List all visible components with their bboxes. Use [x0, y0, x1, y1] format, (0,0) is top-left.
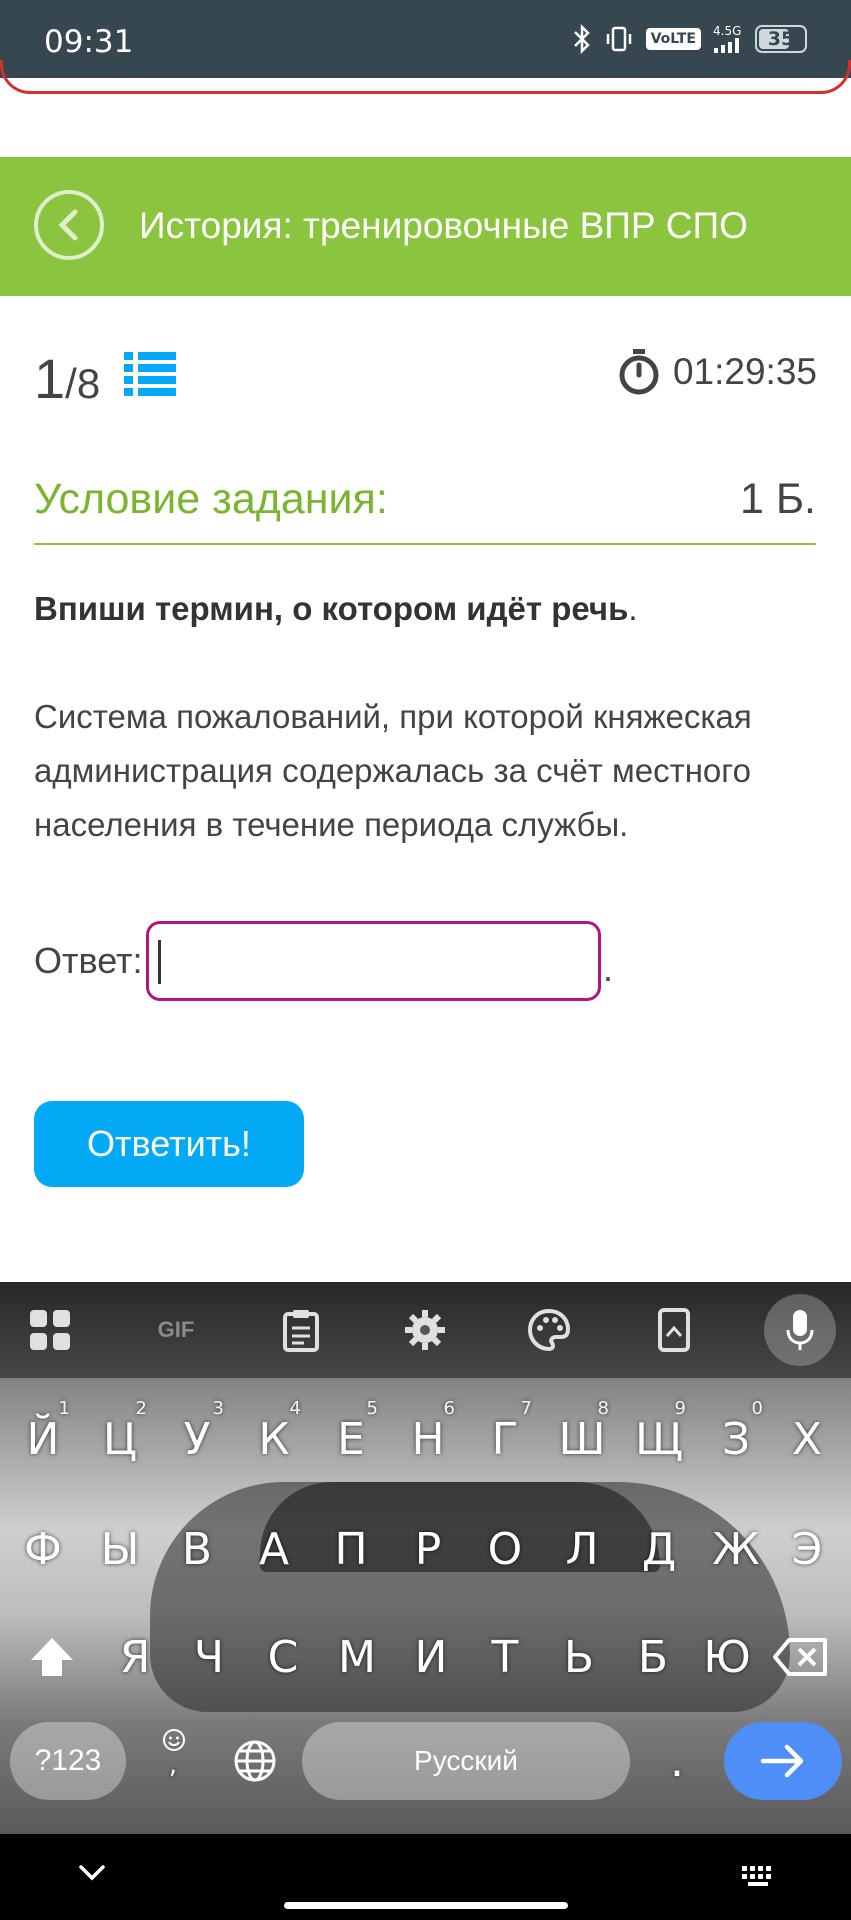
network-indicator: 4.5G [713, 25, 743, 53]
battery-level: 35 [767, 28, 795, 50]
symbols-key[interactable]: ?123 [10, 1722, 126, 1800]
key-m[interactable]: М [320, 1612, 394, 1702]
system-nav-bar [0, 1834, 851, 1920]
key-l[interactable]: Л [545, 1504, 619, 1594]
screenshot-icon[interactable] [650, 1306, 698, 1354]
key-11[interactable]: Х [770, 1394, 844, 1484]
key-soft-sign[interactable]: Ь [542, 1612, 616, 1702]
key-r[interactable]: Р [391, 1504, 465, 1594]
keyboard-row-3: Я Ч С М И Т Ь Б Ю [0, 1612, 851, 1702]
key-4[interactable]: К4 [237, 1394, 311, 1484]
home-handle[interactable] [284, 1902, 568, 1909]
settings-icon[interactable] [401, 1306, 449, 1354]
gif-icon[interactable]: GIF [150, 1306, 202, 1354]
emoji-comma-key[interactable]: , [136, 1722, 210, 1800]
quiz-header: История: тренировочные ВПР СПО [0, 157, 851, 296]
keyboard-row-1: Й1 Ц2 У3 К4 Е5 Н6 Г7 Ш8 Щ9 З0 Х [0, 1394, 851, 1484]
timer-value: 01:29:35 [672, 351, 817, 392]
keyboard-bottom-row: ?123 , Русский . [0, 1722, 851, 1806]
submit-button[interactable]: Ответить! [34, 1101, 304, 1187]
globe-icon [234, 1740, 276, 1782]
palette-icon[interactable] [525, 1306, 573, 1354]
stopwatch-icon [619, 349, 659, 395]
language-key[interactable] [218, 1722, 292, 1800]
on-screen-keyboard: GIF Й1 Ц2 У3 К4 Е5 Н6 Г7 Ш8 Щ9 З0 Х Ф Ы [0, 1282, 851, 1834]
key-p[interactable]: П [314, 1504, 388, 1594]
key-7[interactable]: Г7 [468, 1394, 542, 1484]
bluetooth-icon [573, 24, 590, 54]
comma-label: , [168, 1750, 178, 1780]
battery-icon: 35 [755, 25, 807, 53]
key-b[interactable]: Б [616, 1612, 690, 1702]
key-zh[interactable]: Ж [699, 1504, 773, 1594]
chevron-left-icon [58, 209, 78, 241]
keyboard-toolbar: GIF [0, 1282, 851, 1378]
period-key[interactable]: . [640, 1722, 714, 1800]
key-2[interactable]: Ц2 [83, 1394, 157, 1484]
key-ya[interactable]: Я [98, 1612, 172, 1702]
answer-label: Ответ: [34, 940, 143, 981]
key-a[interactable]: А [237, 1504, 311, 1594]
timer: 01:29:35 [617, 348, 817, 396]
volte-badge: VoLTE [645, 28, 701, 50]
backspace-key[interactable] [760, 1612, 842, 1702]
previous-card-edge [0, 60, 851, 94]
page-title: История: тренировочные ВПР СПО [139, 205, 748, 246]
status-time: 09:31 [44, 24, 134, 60]
total-questions: /8 [65, 360, 101, 407]
key-yu[interactable]: Ю [690, 1612, 764, 1702]
question-list-icon[interactable] [124, 352, 176, 396]
text-cursor [158, 940, 161, 984]
signal-icon [714, 38, 739, 53]
key-v[interactable]: В [160, 1504, 234, 1594]
back-button[interactable] [34, 190, 104, 260]
key-y[interactable]: Ы [83, 1504, 157, 1594]
shift-icon [31, 1638, 73, 1676]
condition-label: Условие задания: [34, 475, 388, 523]
key-o[interactable]: О [468, 1504, 542, 1594]
task-instruction: Впиши термин, о котором идёт речь. [34, 590, 638, 628]
key-s[interactable]: С [246, 1612, 320, 1702]
key-10[interactable]: З0 [699, 1394, 773, 1484]
key-3[interactable]: У3 [160, 1394, 234, 1484]
key-t[interactable]: Т [468, 1612, 542, 1702]
keyboard-switch-icon[interactable] [740, 1864, 776, 1888]
current-question: 1 [34, 347, 66, 410]
backspace-icon [773, 1638, 827, 1676]
task-text: Система пожалований, при которой княжеск… [34, 698, 752, 843]
shift-key[interactable] [12, 1612, 92, 1702]
condition-heading: Условие задания: 1 Б. [34, 475, 816, 545]
key-ch[interactable]: Ч [172, 1612, 246, 1702]
apps-icon[interactable] [26, 1306, 74, 1354]
answer-input[interactable] [146, 921, 601, 1001]
vibrate-icon [606, 26, 631, 52]
status-icons: VoLTE 4.5G 35 [572, 22, 807, 56]
task-instruction-text: Впиши термин, о котором идёт речь [34, 590, 629, 627]
key-6[interactable]: Н6 [391, 1394, 465, 1484]
hide-keyboard-icon[interactable] [78, 1864, 106, 1882]
key-e[interactable]: Э [770, 1504, 844, 1594]
key-8[interactable]: Ш8 [545, 1394, 619, 1484]
task-instruction-suffix: . [628, 590, 638, 627]
key-d[interactable]: Д [622, 1504, 696, 1594]
network-type: 4.5G [713, 24, 742, 38]
arrow-right-icon [760, 1744, 804, 1778]
key-1[interactable]: Й1 [6, 1394, 80, 1484]
enter-key[interactable] [724, 1722, 842, 1800]
question-counter: 1 /8 [34, 346, 100, 411]
answer-suffix: . [603, 948, 614, 989]
space-key[interactable]: Русский [302, 1722, 630, 1800]
score-value: 1 Б. [739, 475, 816, 523]
key-i[interactable]: И [394, 1612, 468, 1702]
emoji-icon [163, 1729, 185, 1751]
clipboard-icon[interactable] [277, 1306, 325, 1354]
mic-icon[interactable] [764, 1294, 836, 1366]
key-9[interactable]: Щ9 [622, 1394, 696, 1484]
key-5[interactable]: Е5 [314, 1394, 388, 1484]
key-f[interactable]: Ф [6, 1504, 80, 1594]
keyboard-row-2: Ф Ы В А П Р О Л Д Ж Э [0, 1504, 851, 1594]
